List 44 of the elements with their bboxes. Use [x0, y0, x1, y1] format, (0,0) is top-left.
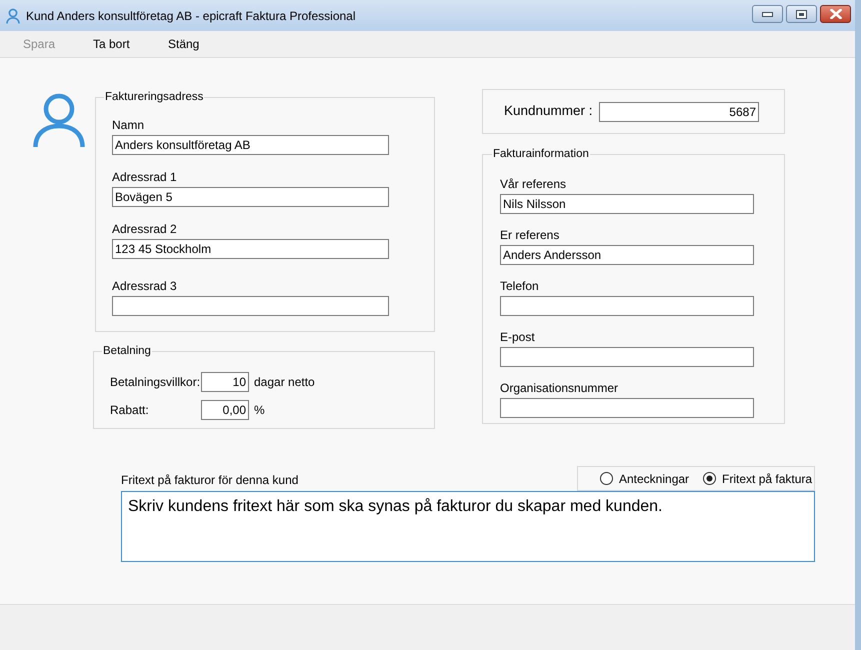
maximize-icon — [796, 10, 807, 18]
field-label: Namn — [112, 118, 146, 132]
free-text-label: Fritext på fakturor för denna kund — [121, 472, 298, 489]
input-field[interactable]: 10 — [201, 372, 249, 392]
radio-option[interactable]: Fritext på faktura — [703, 470, 812, 488]
input-field[interactable]: 5687 — [599, 102, 759, 122]
unit-label: dagar netto — [254, 374, 315, 392]
field-label: E-post — [500, 330, 536, 344]
free-text-field[interactable]: Skriv kundens fritext här som ska synas på fakturor du skapar med kunden. — [121, 491, 815, 562]
group-title: Faktureringsadress — [104, 90, 204, 105]
input-field[interactable] — [500, 398, 754, 418]
input-field[interactable]: 123 45 Stockholm — [112, 239, 389, 260]
field-label: Kundnummer : — [504, 102, 594, 120]
user-avatar-icon — [33, 93, 85, 149]
field-label: Vår referens — [500, 177, 568, 192]
input-field[interactable]: Anders Andersson — [500, 245, 754, 266]
field-label: Telefon — [500, 279, 540, 294]
unit-label: % — [254, 402, 265, 420]
input-field[interactable] — [500, 296, 754, 316]
field-label: Organisationsnummer — [500, 381, 620, 396]
toolbar-button[interactable]: Ta bort — [93, 35, 168, 53]
minimize-icon — [762, 12, 773, 16]
input-field[interactable]: Anders konsultföretag AB — [112, 135, 389, 156]
minimize-button[interactable] — [752, 5, 783, 23]
field-label: Betalningsvillkor: — [110, 374, 201, 392]
radio-option[interactable]: Anteckningar — [600, 470, 690, 488]
input-field[interactable]: 0,00 — [201, 400, 249, 420]
field-label: Adressrad 3 — [112, 279, 178, 294]
group-title: Betalning — [102, 344, 152, 359]
field-label: Adressrad 2 — [112, 222, 178, 236]
field-label: Adressrad 1 — [112, 170, 178, 184]
window-title: Kund Anders konsultföretag AB - epicraft Faktura Professional — [26, 8, 356, 24]
group-title: Fakturainformation — [492, 147, 590, 162]
input-field[interactable]: Nils Nilsson — [500, 194, 754, 214]
toolbar-button[interactable]: Stäng — [168, 35, 243, 53]
field-label: Er referens — [500, 228, 560, 242]
user-icon — [6, 8, 20, 24]
field-label: Rabatt: — [110, 402, 150, 420]
input-field[interactable]: Bovägen 5 — [112, 187, 389, 208]
input-field[interactable] — [112, 296, 389, 316]
maximize-button[interactable] — [786, 5, 817, 23]
close-icon — [830, 9, 842, 19]
input-field[interactable] — [500, 347, 754, 368]
close-button[interactable] — [820, 5, 851, 23]
